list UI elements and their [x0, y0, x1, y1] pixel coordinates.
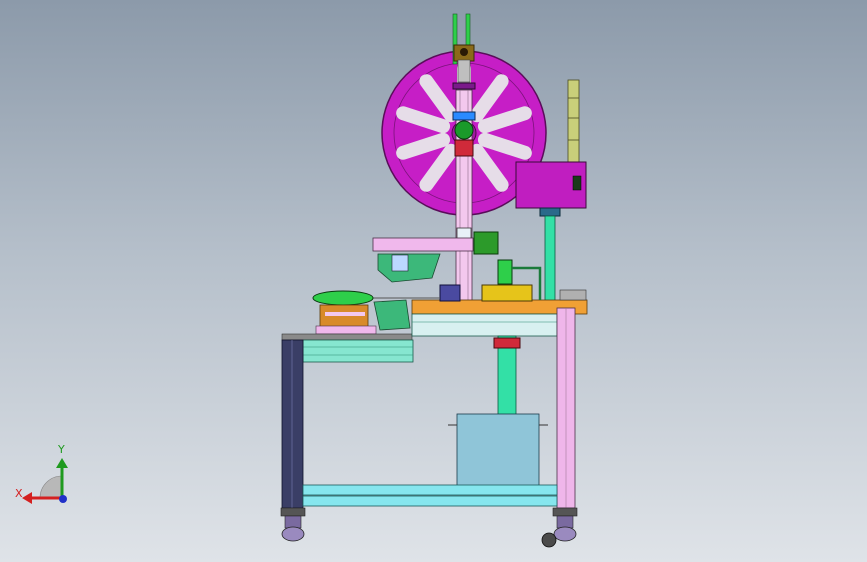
feed-arm-bracket: [377, 253, 441, 283]
caster-wheels: [280, 507, 578, 548]
blue-fixture: [439, 284, 461, 302]
orientation-triad: [22, 458, 68, 504]
mast-top-bolt: [460, 48, 468, 56]
mast-blue-collar: [452, 111, 476, 121]
machine-assembly-drawing: [22, 13, 588, 548]
x-axis-arrow: [22, 492, 32, 504]
feed-arm: [372, 231, 499, 283]
bowl-feeder-chute: [373, 299, 411, 331]
right-table-rail: [411, 313, 558, 337]
yellow-module: [481, 284, 533, 302]
z-axis: [59, 495, 67, 503]
column-flange: [539, 207, 561, 217]
vibratory-bowl: [312, 290, 411, 335]
feed-motor: [473, 231, 499, 255]
left-leg: [281, 339, 304, 509]
bottom-rail-upper: [302, 484, 558, 496]
cad-viewport[interactable]: X Y: [0, 0, 867, 562]
machine-frame: [281, 307, 576, 509]
x-axis-label: X: [15, 487, 23, 500]
right-clamp: [559, 289, 587, 301]
green-actuator: [497, 259, 513, 285]
center-column-cap: [493, 337, 521, 349]
bowl-rim: [312, 290, 374, 306]
caster-left: [280, 507, 306, 542]
mast-clamp: [457, 59, 471, 83]
caster-right: [541, 507, 578, 548]
electrical-cabinet: [456, 413, 540, 487]
y-axis-label: Y: [58, 443, 65, 456]
feed-arm-plate: [391, 254, 409, 272]
feed-arm-beam: [372, 237, 474, 252]
mast-red-block: [454, 139, 474, 157]
support-column: [544, 215, 556, 307]
left-table-rail: [302, 339, 414, 363]
left-table-top: [281, 333, 413, 341]
control-switch: [572, 175, 582, 191]
signal-tower: [567, 79, 580, 163]
bowl-base: [315, 325, 377, 335]
triad-plane: [39, 475, 63, 499]
y-axis-arrow: [56, 458, 68, 468]
bottom-rail-lower: [302, 495, 558, 507]
mast-bracket: [452, 82, 476, 90]
mast-green-roller: [454, 120, 474, 140]
